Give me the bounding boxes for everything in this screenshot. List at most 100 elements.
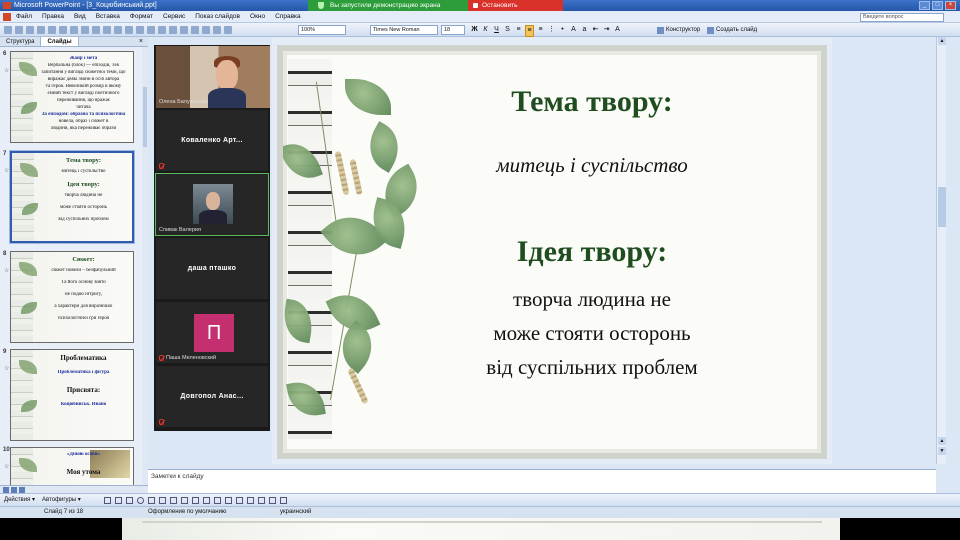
slide-title-theme[interactable]: Тема твору:: [363, 85, 821, 119]
expand-icon[interactable]: [202, 26, 210, 34]
bullets-button[interactable]: •: [558, 25, 567, 37]
menu-tools[interactable]: Сервис: [163, 11, 185, 23]
save-icon[interactable]: [26, 26, 34, 34]
decrease-indent-button[interactable]: ⇤: [591, 25, 600, 37]
participant-tile[interactable]: Спивак Валерия: [155, 173, 269, 236]
help-search-input[interactable]: Введите вопрос: [860, 13, 944, 22]
grow-font-button[interactable]: A: [569, 25, 578, 37]
line-style-icon[interactable]: [236, 497, 243, 504]
textbox-icon[interactable]: [148, 497, 155, 504]
rectangle-icon[interactable]: [126, 497, 133, 504]
paste-icon[interactable]: [114, 26, 122, 34]
slide-thumbnail[interactable]: 8 ☆ Сюжет: сюжет новели – безфабульний Та йо…: [0, 251, 142, 347]
permission-icon[interactable]: [37, 26, 45, 34]
slide-thumbnail[interactable]: 7 ☆ Тема твору: митець і суспільство Ідея тв…: [0, 151, 142, 247]
font-color-icon[interactable]: [225, 497, 232, 504]
close-icon[interactable]: ×: [139, 38, 143, 46]
increase-indent-button[interactable]: ⇥: [602, 25, 611, 37]
menu-edit[interactable]: Правка: [42, 11, 64, 23]
slide-title-idea[interactable]: Ідея твору:: [363, 235, 821, 269]
slide-thumbnail[interactable]: 9 ☆ Проблематика Проблематика і фігура Присв…: [0, 349, 142, 445]
show-formatting-icon[interactable]: [213, 26, 221, 34]
cut-icon[interactable]: [92, 26, 100, 34]
tables-borders-icon[interactable]: [180, 26, 188, 34]
menu-view[interactable]: Вид: [74, 11, 86, 23]
numbering-button[interactable]: ⋮: [547, 25, 556, 37]
zoom-select[interactable]: 100%: [298, 25, 346, 35]
preview-icon[interactable]: [59, 26, 67, 34]
slide-idea-line-2[interactable]: може стояти осторонь: [363, 321, 821, 346]
minimize-button[interactable]: _: [919, 1, 930, 10]
spelling-icon[interactable]: [70, 26, 78, 34]
table-icon[interactable]: [169, 26, 177, 34]
picture-icon[interactable]: [192, 497, 199, 504]
arrow-style-icon[interactable]: [258, 497, 265, 504]
participant-tile[interactable]: даша пташко: [155, 237, 269, 300]
participant-tile[interactable]: Коваленко Арт...: [155, 109, 269, 172]
autoshapes-menu[interactable]: Автофигуры ▾: [42, 496, 81, 505]
tab-structure[interactable]: Структура: [0, 37, 42, 46]
underline-button[interactable]: Ч: [492, 25, 501, 37]
tab-slides[interactable]: Слайды: [41, 37, 79, 46]
3d-style-icon[interactable]: [280, 497, 287, 504]
participant-tile[interactable]: Олена Балуханова: [155, 45, 270, 108]
slide-subtitle-theme[interactable]: митець і суспільство: [363, 153, 821, 178]
open-icon[interactable]: [15, 26, 23, 34]
current-slide[interactable]: Тема твору: митець і суспільство Ідея тв…: [277, 45, 827, 459]
font-select[interactable]: Times New Roman: [370, 25, 438, 35]
thumbnails-scrollbar[interactable]: [142, 47, 148, 485]
copy-icon[interactable]: [103, 26, 111, 34]
menu-file[interactable]: Файл: [16, 11, 32, 23]
italic-button[interactable]: К: [481, 25, 490, 37]
stop-share-button[interactable]: Остановить демонстрацию: [468, 0, 563, 20]
grayscale-icon[interactable]: [224, 26, 232, 34]
undo-icon[interactable]: [136, 26, 144, 34]
slide-thumbnail[interactable]: 6 ☆ Жанр і мета Вербальна (блок) — епізодів…: [0, 51, 142, 147]
slide-idea-line-3[interactable]: від суспільних проблем: [363, 355, 821, 380]
font-color-button[interactable]: A: [613, 25, 622, 37]
slide-scrollbar[interactable]: ▲ ▲ ▼: [936, 37, 946, 464]
menu-slideshow[interactable]: Показ слайдов: [195, 11, 240, 23]
menu-insert[interactable]: Вставка: [96, 11, 120, 23]
previous-slide-icon[interactable]: ▲: [938, 437, 946, 445]
align-left-button[interactable]: ≡: [514, 25, 523, 37]
bold-button[interactable]: Ж: [470, 25, 479, 37]
font-size-select[interactable]: 18: [441, 25, 465, 35]
slide-idea-line-1[interactable]: творча людина не: [363, 287, 821, 312]
format-painter-icon[interactable]: [125, 26, 133, 34]
arrow-icon[interactable]: [115, 497, 122, 504]
menu-format[interactable]: Формат: [130, 11, 153, 23]
print-icon[interactable]: [48, 26, 56, 34]
chart-icon[interactable]: [158, 26, 166, 34]
scrollbar-thumb[interactable]: [143, 87, 147, 147]
participant-tile[interactable]: П Паша Меленовский: [155, 301, 269, 364]
hyperlink-icon[interactable]: [191, 26, 199, 34]
design-button[interactable]: Конструктор: [657, 25, 700, 35]
participant-tile[interactable]: Довгопол Анас...: [155, 365, 269, 428]
clipart-icon[interactable]: [181, 497, 188, 504]
align-center-button[interactable]: ≡: [525, 25, 534, 37]
align-right-button[interactable]: ≡: [536, 25, 545, 37]
wordart-icon[interactable]: [159, 497, 166, 504]
actions-menu[interactable]: Действия ▾: [4, 496, 35, 505]
next-slide-icon[interactable]: ▼: [938, 447, 946, 455]
menu-help[interactable]: Справка: [275, 11, 301, 23]
new-icon[interactable]: [4, 26, 12, 34]
fill-color-icon[interactable]: [203, 497, 210, 504]
new-slide-button[interactable]: Создать слайд: [707, 25, 757, 35]
shrink-font-button[interactable]: a: [580, 25, 589, 37]
maximize-button[interactable]: □: [932, 1, 943, 10]
notes-pane[interactable]: Заметки к слайду: [148, 469, 936, 493]
research-icon[interactable]: [81, 26, 89, 34]
line-color-icon[interactable]: [214, 497, 221, 504]
scroll-up-icon[interactable]: ▲: [938, 37, 946, 45]
oval-icon[interactable]: [137, 497, 144, 504]
close-button[interactable]: ×: [945, 1, 956, 10]
redo-icon[interactable]: [147, 26, 155, 34]
scrollbar-thumb[interactable]: [938, 187, 946, 227]
shadow-button[interactable]: S: [503, 25, 512, 37]
dash-style-icon[interactable]: [247, 497, 254, 504]
menu-window[interactable]: Окно: [250, 11, 265, 23]
shadow-style-icon[interactable]: [269, 497, 276, 504]
document-icon[interactable]: [3, 13, 11, 21]
